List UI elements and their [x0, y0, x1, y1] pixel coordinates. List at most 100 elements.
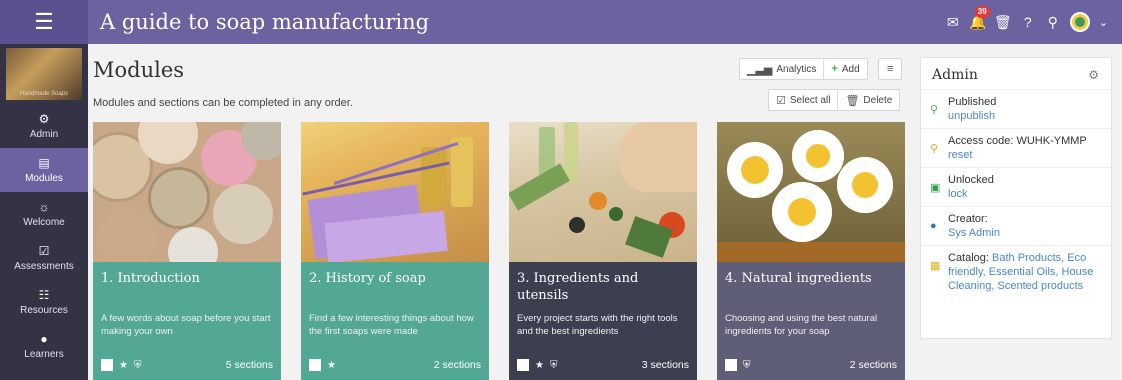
logo-text: Handmade Soaps	[19, 91, 69, 97]
published-label: Published	[948, 96, 997, 108]
module-image-soaps	[93, 122, 281, 262]
sidebar-item-admin[interactable]: ⚙ Admin	[0, 104, 88, 148]
trash-icon[interactable]: 🗑	[994, 14, 1012, 30]
user-icon: ●	[930, 220, 937, 232]
select-all-label: Select all	[789, 94, 831, 106]
sidebar-item-label: Assessments	[14, 261, 74, 272]
sidebar-item-label: Admin	[29, 129, 59, 140]
trash-icon: 🗑	[845, 94, 860, 107]
star-icon[interactable]: ★	[119, 360, 128, 371]
module-image-chamomile	[717, 122, 905, 262]
module-footer: ★ 2 sections	[309, 359, 481, 371]
analytics-button[interactable]: ▁▃▅ Analytics	[740, 59, 823, 79]
sidebar-item-label: Resources	[20, 305, 68, 316]
search-icon[interactable]: ⚲	[1045, 14, 1061, 30]
sidebar-item-modules[interactable]: ▤ Modules	[0, 148, 88, 192]
module-description: A few words about soap before you start …	[101, 313, 271, 337]
module-checkbox[interactable]	[725, 359, 737, 371]
list-view-button[interactable]: ≡	[880, 59, 900, 79]
bar-chart-icon: ▁▃▅	[747, 63, 773, 76]
module-title: 2. History of soap	[309, 271, 426, 286]
module-footer: ⛨ 2 sections	[725, 359, 897, 371]
catalog-row: ▦ Catalog: Bath Products, Eco friendly, …	[921, 245, 1111, 298]
search-icon: ⚲	[930, 104, 939, 116]
reset-link[interactable]: reset	[948, 148, 1087, 162]
admin-panel-header: Admin ⚙	[921, 58, 1111, 89]
sidebar-item-resources[interactable]: ☷ Resources	[0, 280, 88, 324]
sidebar-item-label: Welcome	[23, 217, 65, 228]
module-cards: 1. Introduction A few words about soap b…	[93, 122, 905, 380]
sidebar-item-label: Learners	[24, 349, 64, 360]
module-card[interactable]: 4. Natural ingredients Choosing and usin…	[717, 122, 905, 380]
creator-link[interactable]: Sys Admin	[948, 226, 1000, 240]
module-image-ingredients	[509, 122, 697, 262]
notifications-icon[interactable]: 🔔 39	[969, 6, 990, 30]
section-count: 2 sections	[433, 359, 481, 371]
books-icon: ☷	[38, 288, 50, 302]
module-card-body: 3. Ingredients and utensils Every projec…	[509, 262, 697, 380]
user-icon: ●	[40, 332, 48, 346]
unpublish-link[interactable]: unpublish	[948, 109, 996, 123]
plus-icon: +	[831, 63, 838, 75]
module-checkbox[interactable]	[517, 359, 529, 371]
module-card[interactable]: 3. Ingredients and utensils Every projec…	[509, 122, 697, 380]
unlocked-label: Unlocked	[948, 174, 994, 186]
mail-icon[interactable]: ✉	[945, 14, 961, 30]
catalog-link-scented-products[interactable]: Scented products	[998, 280, 1084, 292]
creator-row: ● Creator: Sys Admin	[921, 206, 1111, 245]
document-icon: ▤	[38, 156, 50, 170]
list-view-group: ≡	[878, 58, 903, 80]
shield-icon[interactable]: ⛨	[550, 360, 558, 371]
select-all-button[interactable]: ☑ Select all	[769, 90, 837, 110]
catalog-icon: ▦	[930, 260, 941, 272]
module-title: 1. Introduction	[101, 271, 200, 286]
unlocked-row: ▣ Unlocked lock	[921, 167, 1111, 206]
sidebar: Handmade Soaps ⚙ Admin ▤ Modules ☼ Welco…	[0, 44, 88, 380]
avatar[interactable]	[1069, 12, 1090, 32]
module-description: Every project starts with the right tool…	[517, 313, 678, 337]
chevron-down-icon[interactable]: ⌄	[1099, 16, 1108, 29]
notification-badge: 39	[974, 6, 990, 18]
top-icons: ✉ 🔔 39 🗑 ? ⚲ ⌄	[945, 6, 1108, 32]
module-card[interactable]: 2. History of soap Find a few interestin…	[301, 122, 489, 380]
shield-icon[interactable]: ⛨	[743, 360, 751, 371]
module-checkbox[interactable]	[309, 359, 321, 371]
page-subtitle: Modules and sections can be completed in…	[93, 97, 353, 109]
delete-button[interactable]: 🗑 Delete	[837, 90, 899, 110]
module-card-body: 4. Natural ingredients Choosing and usin…	[717, 262, 905, 380]
list-icon: ≡	[887, 63, 894, 75]
module-footer: ★ ⛨ 3 sections	[517, 359, 689, 371]
avatar-image	[1074, 17, 1085, 27]
course-logo[interactable]: Handmade Soaps	[6, 48, 82, 100]
sun-icon: ☼	[38, 200, 50, 214]
module-checkbox[interactable]	[101, 359, 113, 371]
sidebar-item-learners[interactable]: ● Learners	[0, 324, 88, 368]
module-card-body: 2. History of soap Find a few interestin…	[301, 262, 489, 380]
sidebar-item-welcome[interactable]: ☼ Welcome	[0, 192, 88, 236]
add-button[interactable]: + Add	[823, 59, 866, 79]
select-delete-group: ☑ Select all 🗑 Delete	[768, 89, 901, 111]
delete-label: Delete	[863, 94, 893, 106]
module-card-body: 1. Introduction A few words about soap b…	[93, 262, 281, 380]
star-icon[interactable]: ★	[535, 360, 544, 371]
published-row: ⚲ Published unpublish	[921, 89, 1111, 128]
module-title: 3. Ingredients and utensils	[517, 271, 639, 303]
section-count: 2 sections	[849, 359, 897, 371]
shield-icon[interactable]: ⛨	[134, 360, 142, 371]
key-icon: ⚲	[930, 143, 939, 155]
main-content: Modules Modules and sections can be comp…	[88, 44, 910, 380]
catalog-link-bath-products[interactable]: Bath Products,	[992, 252, 1064, 264]
catalog-link-essential-oils[interactable]: Essential Oils,	[989, 266, 1059, 278]
module-card[interactable]: 1. Introduction A few words about soap b…	[93, 122, 281, 380]
gear-icon: ⚙	[38, 112, 50, 126]
access-code-label: Access code: WUHK-YMMP	[948, 135, 1087, 147]
gear-icon[interactable]: ⚙	[1088, 68, 1099, 82]
lock-link[interactable]: lock	[948, 187, 994, 201]
hamburger-menu-icon[interactable]: ☰	[0, 0, 88, 44]
top-bar: ☰ A guide to soap manufacturing ✉ 🔔 39 🗑 …	[0, 0, 1122, 44]
sidebar-item-assessments[interactable]: ☑ Assessments	[0, 236, 88, 280]
sidebar-item-label: Modules	[25, 173, 63, 184]
page-title: Modules	[93, 58, 185, 82]
star-icon[interactable]: ★	[327, 360, 336, 371]
help-icon[interactable]: ?	[1020, 14, 1036, 30]
